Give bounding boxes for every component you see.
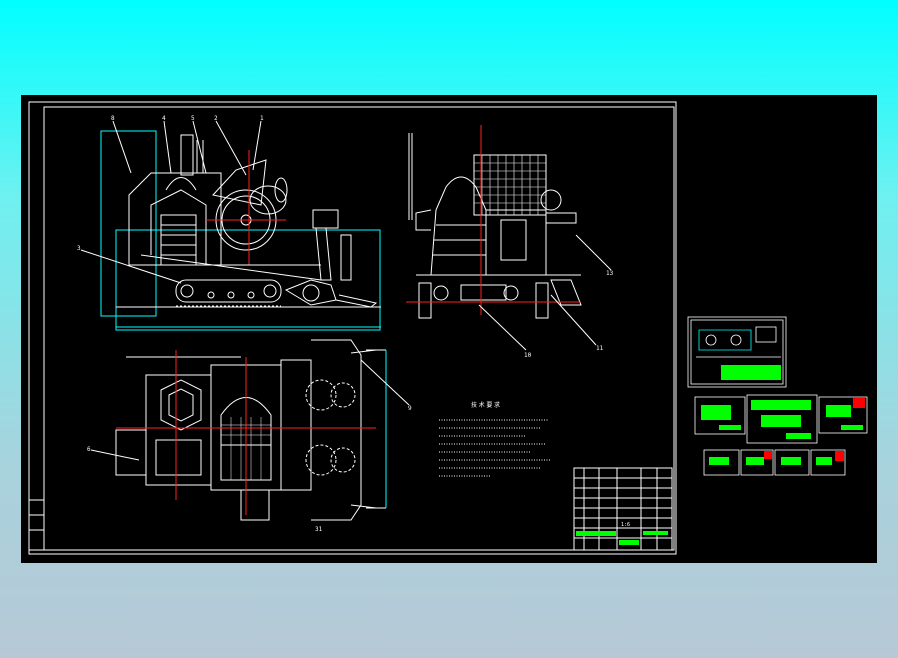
thumb-part-c[interactable] <box>818 396 868 434</box>
callout-label: 11 <box>596 345 604 352</box>
thumb-part-f[interactable] <box>774 449 810 476</box>
callout-label: 3 <box>77 245 81 252</box>
top-view <box>90 339 410 521</box>
callout-label: 13 <box>606 270 614 277</box>
thumb-part-b[interactable] <box>746 394 818 444</box>
callout-label: 6 <box>87 446 91 453</box>
technical-notes: 技 术 要 求 <box>439 401 551 477</box>
thumb-part-d[interactable] <box>703 449 740 476</box>
side-view <box>80 120 381 331</box>
thumb-part-g[interactable] <box>810 449 846 476</box>
callout-label: 4 <box>162 115 166 122</box>
thumb-part-a[interactable] <box>694 396 746 435</box>
callout-label: 10 <box>524 352 532 359</box>
thumb-assembly[interactable] <box>687 316 787 388</box>
callout-label: 8 <box>111 115 115 122</box>
callout-label: 1 <box>260 115 264 122</box>
notes-title: 技 术 要 求 <box>471 401 500 409</box>
engineering-drawing: 8 4 5 2 1 3 13 10 11 6 9 31 技 术 要 求 1:6 <box>28 101 868 555</box>
cad-canvas[interactable]: 8 4 5 2 1 3 13 10 11 6 9 31 技 术 要 求 1:6 <box>21 95 877 563</box>
sheet-frame <box>28 101 677 555</box>
callout-label: 31 <box>315 526 323 533</box>
thumb-part-e[interactable] <box>740 449 774 476</box>
callout-label: 5 <box>191 115 195 122</box>
callout-label: 9 <box>408 405 412 412</box>
callout-label: 2 <box>214 115 218 122</box>
front-view <box>406 125 612 351</box>
scale-label: 1:6 <box>621 522 630 528</box>
title-block <box>573 467 673 551</box>
